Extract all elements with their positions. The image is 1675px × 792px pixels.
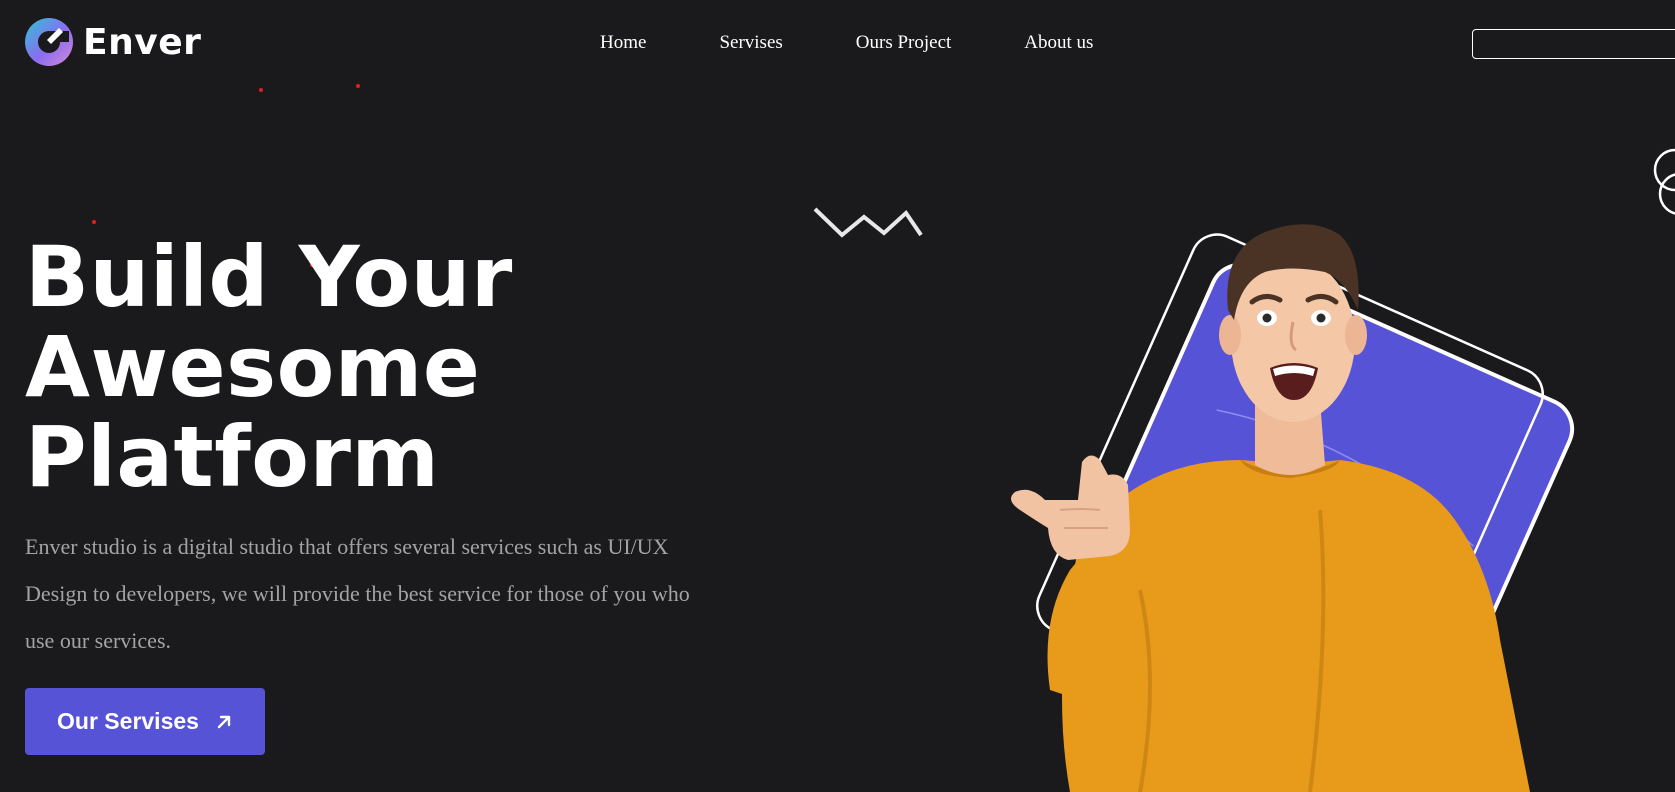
decor-dot — [356, 84, 360, 88]
hero-description: Enver studio is a digital studio that of… — [25, 534, 690, 653]
nav-item-servises[interactable]: Servises — [719, 32, 782, 54]
decor-dot — [92, 220, 96, 224]
nav-item-about-us[interactable]: About us — [1024, 32, 1093, 54]
zigzag-decoration — [812, 205, 924, 246]
main-nav: Home Servises Ours Project About us — [600, 32, 1093, 54]
our-servises-button[interactable]: Our Servises — [25, 688, 265, 755]
arrow-up-right-icon — [215, 713, 233, 731]
circles-decoration — [1650, 148, 1675, 223]
nav-item-home[interactable]: Home — [600, 32, 646, 54]
hero-title: Build Your Awesome Platform — [25, 232, 513, 502]
hero-illustration — [990, 210, 1630, 792]
brand-name: Enver — [83, 21, 202, 63]
hero-title-line: Build Your — [25, 228, 513, 326]
landing-page: Enver Home Servises Ours Project About u… — [0, 0, 1675, 792]
thumbs-up-hand — [1011, 455, 1130, 560]
nav-item-ours-project[interactable]: Ours Project — [856, 32, 952, 54]
hero-title-line: Platform — [25, 408, 440, 506]
brand-logo[interactable]: Enver — [25, 18, 201, 66]
enver-logo-icon — [25, 18, 73, 66]
decor-dot — [259, 88, 263, 92]
search-input[interactable] — [1472, 29, 1675, 59]
cta-label: Our Servises — [57, 708, 199, 734]
hero-title-line: Awesome — [25, 318, 481, 416]
